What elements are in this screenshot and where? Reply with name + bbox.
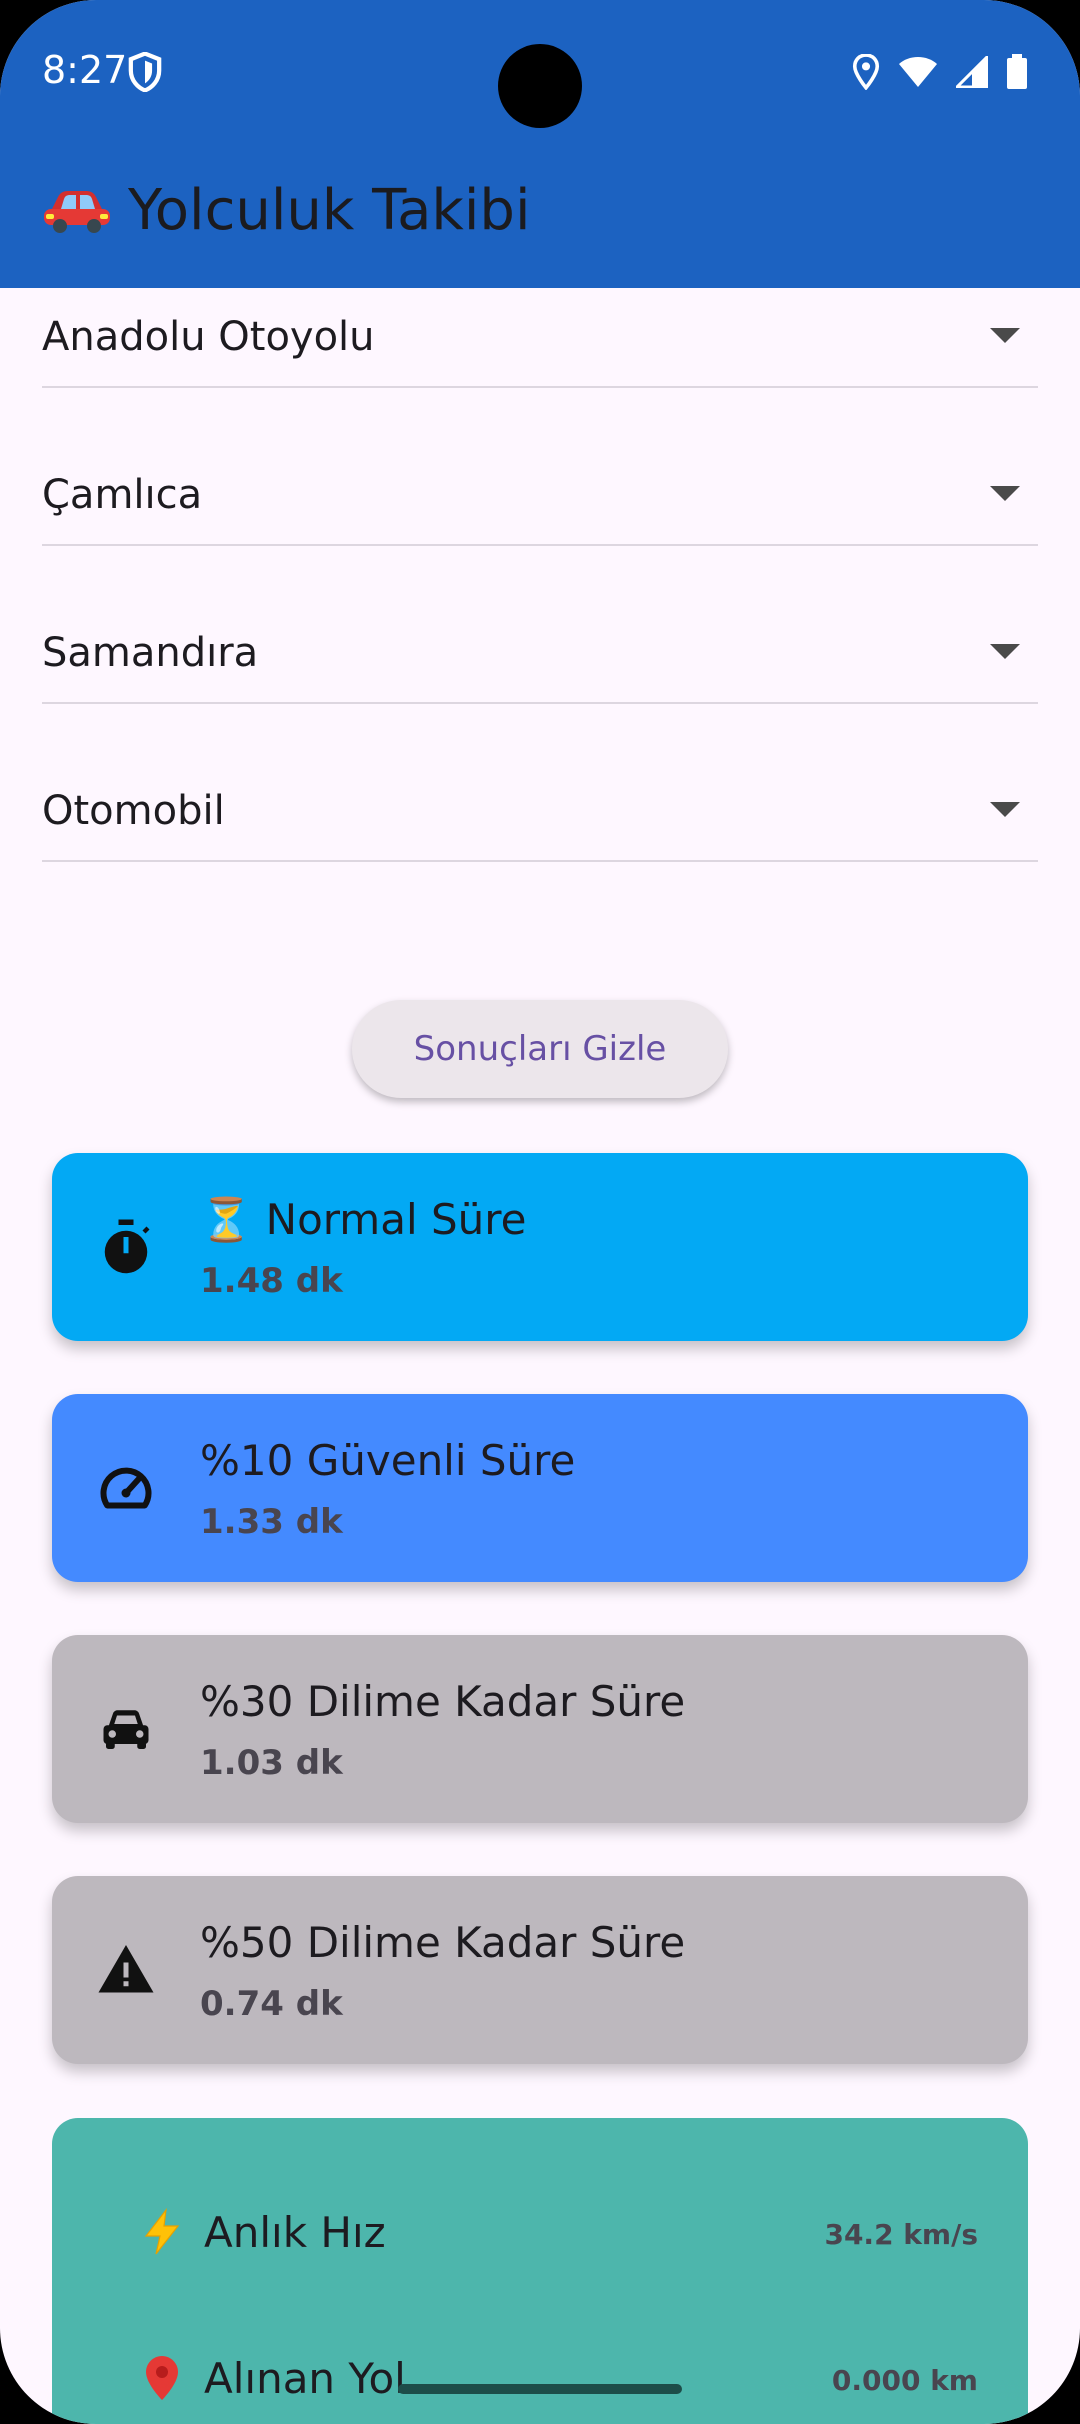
speed-value: 34.2 km/s [824,2218,978,2251]
start-point-dropdown[interactable]: Çamlıca [42,450,1038,546]
status-icons [852,52,1028,92]
chevron-down-icon [990,328,1020,343]
card-title: %30 Dilime Kadar Süre [200,1677,686,1726]
pin-icon [146,2356,178,2400]
vehicle-type-dropdown-value: Otomobil [42,788,225,834]
vehicle-type-dropdown[interactable]: Otomobil [42,766,1038,862]
wifi-icon [899,57,937,87]
card-title: %50 Dilime Kadar Süre [200,1918,686,1967]
live-stats-card: Anlık Hız 34.2 km/s Alınan Yol 0.000 km [52,2118,1028,2424]
stopwatch-icon [104,1219,150,1274]
warning-icon [98,1945,154,1993]
chevron-down-icon [990,644,1020,659]
page-title: Yolculuk Takibi [128,178,531,243]
end-point-dropdown[interactable]: Samandıra [42,608,1038,704]
lightning-icon [144,2208,180,2255]
thirty-percent-card: %30 Dilime Kadar Süre 1.03 dk [52,1635,1028,1823]
camera-cutout [498,44,582,128]
chevron-down-icon [990,486,1020,501]
highway-dropdown[interactable]: Anadolu Otoyolu [42,292,1038,388]
distance-value: 0.000 km [831,2364,978,2397]
speed-label: Anlık Hız [204,2208,386,2257]
home-indicator[interactable] [398,2384,682,2394]
card-title: ⏳ Normal Süre [200,1195,527,1244]
speed-row: Anlık Hız 34.2 km/s [138,2200,978,2264]
car-icon [103,1710,149,1749]
distance-row: Alınan Yol 0.000 km [138,2346,978,2410]
battery-icon [1007,54,1027,89]
card-value: 1.03 dk [200,1743,343,1783]
card-value: 1.33 dk [200,1502,343,1542]
chevron-down-icon [990,802,1020,817]
shield-icon [128,52,162,92]
end-point-dropdown-value: Samandıra [42,630,259,676]
signal-icon [956,56,988,88]
start-point-dropdown-value: Çamlıca [42,472,203,518]
distance-label: Alınan Yol [204,2354,406,2403]
normal-duration-card: ⏳ Normal Süre 1.48 dk [52,1153,1028,1341]
app-bar: 8:27 Yolculuk Takibi [0,0,1080,288]
car-icon [44,190,110,233]
card-title: %10 Güvenli Süre [200,1436,576,1485]
app-title-row: Yolculuk Takibi [42,178,531,243]
fifty-percent-card: %50 Dilime Kadar Süre 0.74 dk [52,1876,1028,2064]
safe-duration-card: %10 Güvenli Süre 1.33 dk [52,1394,1028,1582]
card-value: 0.74 dk [200,1984,343,2024]
highway-dropdown-value: Anadolu Otoyolu [42,314,375,360]
status-time: 8:27 [42,48,128,92]
phone-screen: 8:27 Yolculuk Takibi Anadolu Otoyolu Çam… [0,0,1080,2424]
card-value: 1.48 dk [200,1261,343,1301]
location-icon [852,54,880,90]
speedometer-icon [100,1467,152,1509]
hide-results-button[interactable]: Sonuçları Gizle [352,1000,728,1098]
